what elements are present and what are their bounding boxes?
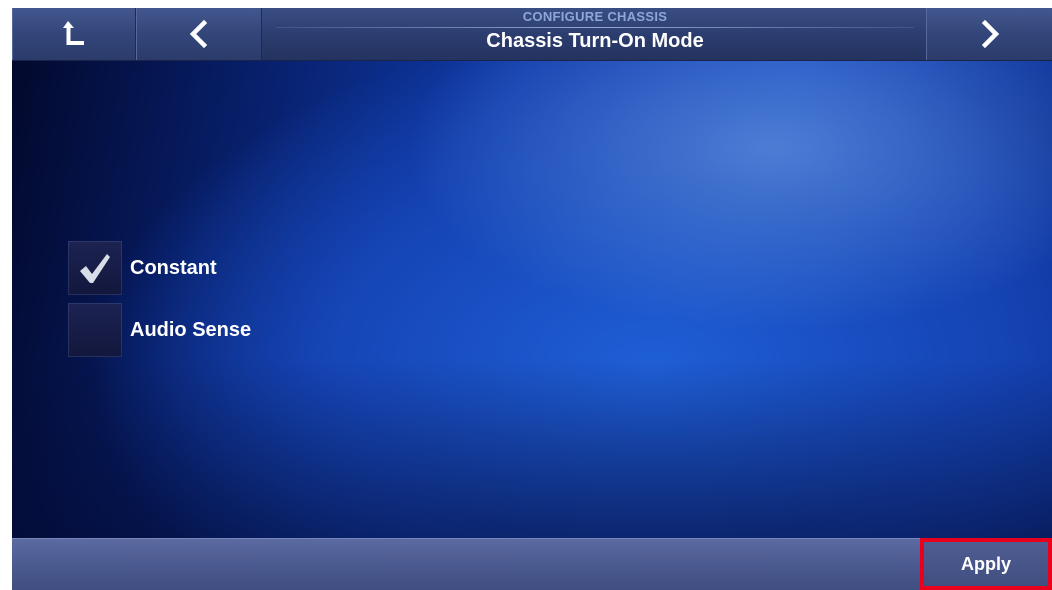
checkbox-audio-sense[interactable] [68, 303, 122, 357]
option-audio-sense[interactable]: Audio Sense [68, 303, 251, 357]
option-constant[interactable]: Constant [68, 241, 217, 295]
header-title-block: CONFIGURE CHASSIS Chassis Turn-On Mode [270, 8, 920, 60]
bottom-bar [12, 538, 1052, 590]
next-button[interactable] [926, 8, 1052, 60]
screen: CONFIGURE CHASSIS Chassis Turn-On Mode C… [12, 8, 1052, 590]
chevron-left-icon [189, 20, 208, 48]
top-bar: CONFIGURE CHASSIS Chassis Turn-On Mode [12, 8, 1052, 61]
chevron-right-icon [981, 20, 999, 48]
up-arrow-icon [63, 21, 84, 45]
option-label: Audio Sense [130, 318, 252, 341]
checkbox-constant[interactable] [68, 241, 122, 295]
up-button[interactable] [12, 8, 136, 60]
option-label: Constant [130, 256, 217, 279]
checkmark-icon [80, 254, 110, 283]
page-subtitle: CONFIGURE CHASSIS [522, 9, 668, 24]
apply-button[interactable]: Apply [920, 538, 1052, 590]
back-button[interactable] [136, 8, 262, 60]
page-title: Chassis Turn-On Mode [486, 30, 704, 52]
